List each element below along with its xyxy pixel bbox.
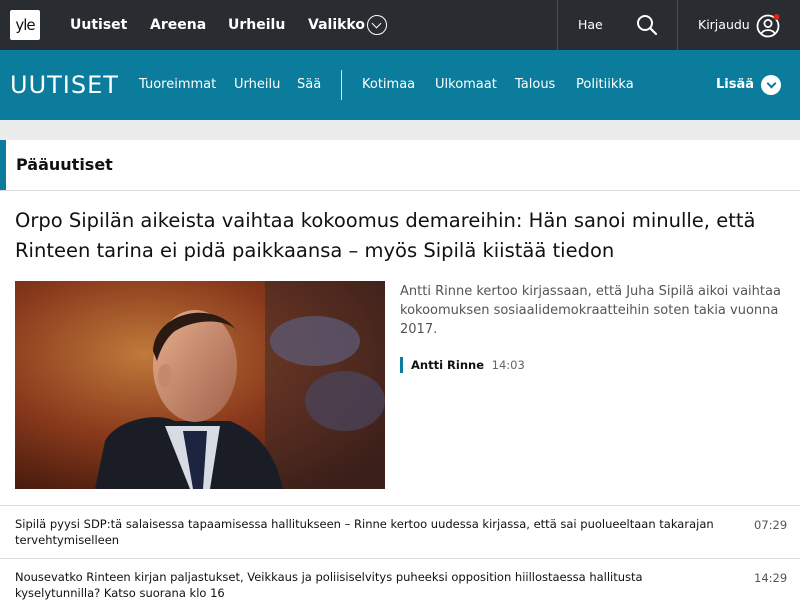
subnav-kotimaa[interactable]: Kotimaa xyxy=(362,50,415,120)
list-item[interactable]: Sipilä pyysi SDP:tä salaisessa tapaamise… xyxy=(0,505,800,558)
search-icon[interactable] xyxy=(636,14,658,36)
byline-author[interactable]: Antti Rinne xyxy=(411,358,484,372)
section-header: Pääuutiset xyxy=(0,140,800,191)
story-title[interactable]: Sipilä pyysi SDP:tä salaisessa tapaamise… xyxy=(15,516,715,548)
main-content: Pääuutiset Orpo Sipilän aikeista vaihtaa… xyxy=(0,140,800,600)
subnav-politiikka[interactable]: Politiikka xyxy=(576,50,634,120)
subnav-ulkomaat[interactable]: Ulkomaat xyxy=(435,50,497,120)
login-label[interactable]: Kirjaudu xyxy=(698,0,750,50)
uutiset-brand[interactable]: UUTISET xyxy=(10,70,119,100)
nav-areena[interactable]: Areena xyxy=(150,0,206,50)
main-headline[interactable]: Orpo Sipilän aikeista vaihtaa kokoomus d… xyxy=(15,206,785,266)
search-label[interactable]: Hae xyxy=(578,0,603,50)
portrait-photo xyxy=(15,281,385,489)
section-title: Pääuutiset xyxy=(16,155,113,174)
main-story-image[interactable] xyxy=(15,281,385,489)
subnav-talous[interactable]: Talous xyxy=(515,50,555,120)
chevron-down-icon[interactable] xyxy=(761,75,781,95)
story-time: 07:29 xyxy=(754,518,788,532)
story-time: 14:29 xyxy=(754,571,788,585)
divider xyxy=(557,0,558,50)
section-accent xyxy=(0,140,6,190)
nav-uutiset[interactable]: Uutiset xyxy=(70,0,127,50)
section-nav: UUTISET Tuoreimmat Urheilu Sää Kotimaa U… xyxy=(0,50,800,120)
nav-valikko[interactable]: Valikko xyxy=(308,0,365,50)
more-label[interactable]: Lisää xyxy=(716,50,754,120)
yle-logo[interactable]: yle xyxy=(10,10,40,40)
main-story-lead: Antti Rinne kertoo kirjassaan, että Juha… xyxy=(400,284,781,337)
valikko-chevron-icon[interactable] xyxy=(367,15,387,35)
byline: Antti Rinne 14:03 xyxy=(400,357,525,373)
subnav-urheilu[interactable]: Urheilu xyxy=(234,50,280,120)
list-item[interactable]: Nousevatko Rinteen kirjan paljastukset, … xyxy=(0,558,800,600)
divider xyxy=(341,70,342,100)
divider xyxy=(677,0,678,50)
nav-urheilu[interactable]: Urheilu xyxy=(228,0,285,50)
subnav-saa[interactable]: Sää xyxy=(297,50,321,120)
top-bar: yle Uutiset Areena Urheilu Valikko Hae K… xyxy=(0,0,800,50)
user-icon[interactable] xyxy=(756,13,781,38)
notification-dot-icon xyxy=(773,14,780,20)
story-title[interactable]: Nousevatko Rinteen kirjan paljastukset, … xyxy=(15,569,715,600)
byline-time: 14:03 xyxy=(491,358,525,372)
subnav-tuoreimmat[interactable]: Tuoreimmat xyxy=(139,50,216,120)
